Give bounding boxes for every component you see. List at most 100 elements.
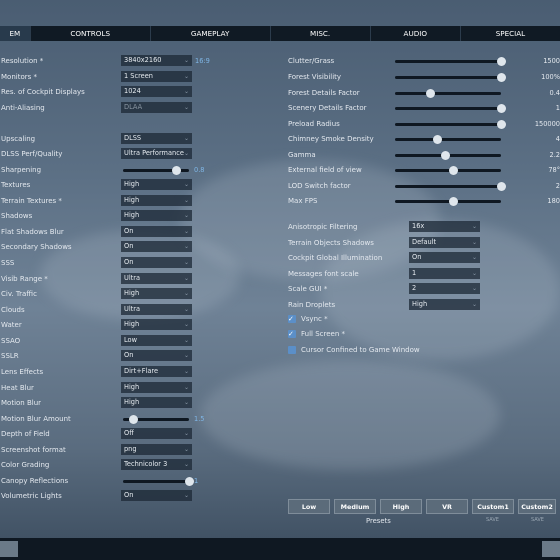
setting-label: Terrain Objects Shadows: [288, 239, 374, 247]
resolution-select[interactable]: 3840x2160 ⌄: [121, 55, 192, 66]
setting-label: Lens Effects: [1, 368, 44, 376]
cockpit-res-select[interactable]: 1024 ⌄: [121, 86, 192, 97]
rain-select[interactable]: High ⌄: [409, 299, 480, 310]
setting-label: SSS: [1, 259, 15, 267]
ok-button[interactable]: [542, 541, 560, 557]
chevron-down-icon: ⌄: [183, 228, 189, 235]
vsync-checkbox[interactable]: ✓: [288, 315, 296, 323]
preload-radius-slider[interactable]: [395, 120, 506, 129]
slider-knob[interactable]: [433, 135, 443, 144]
motion-blur-amount-slider[interactable]: [123, 415, 189, 424]
slider-knob[interactable]: [497, 104, 506, 113]
checkbox-row-cursor-confined[interactable]: Cursor Confined to Game Window: [288, 344, 488, 356]
preset-vr-button[interactable]: VR: [426, 499, 468, 514]
slider-value: 1.5: [194, 415, 205, 423]
preset-high-button[interactable]: High: [380, 499, 422, 514]
clouds-select[interactable]: Ultra ⌄: [121, 304, 192, 315]
save-custom1-button[interactable]: SAVE: [486, 517, 499, 523]
preset-medium-button[interactable]: Medium: [334, 499, 376, 514]
fullscreen-checkbox[interactable]: ✓: [288, 330, 296, 338]
tab-gameplay[interactable]: GAMEPLAY: [149, 26, 270, 41]
slider-knob[interactable]: [171, 166, 181, 175]
textures-select[interactable]: High ⌄: [121, 179, 192, 190]
tab-misc[interactable]: MISC.: [269, 26, 370, 41]
ssao-select[interactable]: Low ⌄: [121, 335, 192, 346]
civ-traffic-select[interactable]: High ⌄: [121, 288, 192, 299]
sss-select[interactable]: On ⌄: [121, 257, 192, 268]
max-fps-slider[interactable]: [395, 197, 501, 206]
chimney-smoke-slider[interactable]: [395, 135, 501, 144]
depth-of-field-select[interactable]: Off ⌄: [121, 428, 192, 439]
cursor-confined-checkbox[interactable]: [288, 346, 296, 354]
slider-knob[interactable]: [497, 182, 506, 191]
shadows-select[interactable]: High ⌄: [121, 210, 192, 221]
cockpit-gi-select[interactable]: On ⌄: [409, 252, 480, 263]
tab-system[interactable]: EM: [0, 26, 30, 41]
volumetric-lights-select[interactable]: On ⌄: [121, 490, 192, 501]
sslr-select[interactable]: On ⌄: [121, 350, 192, 361]
slider-value: 78°: [548, 166, 560, 174]
slider-knob[interactable]: [449, 197, 459, 206]
setting-row-forest-visibility: Forest Visibility 100%: [288, 71, 560, 83]
water-select[interactable]: High ⌄: [121, 319, 192, 330]
flat-shadows-select[interactable]: On ⌄: [121, 226, 192, 237]
checkbox-row-fullscreen[interactable]: ✓ Full Screen *: [288, 328, 488, 340]
preset-custom1-button[interactable]: Custom1: [472, 499, 514, 514]
scale-gui-select[interactable]: 2 ⌄: [409, 283, 480, 294]
lod-switch-slider[interactable]: [395, 182, 506, 191]
sharpening-slider[interactable]: [123, 166, 189, 175]
secondary-shadows-select[interactable]: On ⌄: [121, 241, 192, 252]
slider-knob[interactable]: [185, 477, 194, 486]
tab-controls[interactable]: CONTROLS: [29, 26, 150, 41]
canopy-reflections-slider[interactable]: [123, 477, 194, 486]
slider-knob[interactable]: [497, 57, 506, 66]
heat-blur-select[interactable]: High ⌄: [121, 382, 192, 393]
upscaling-select[interactable]: DLSS ⌄: [121, 133, 192, 144]
slider-value: 1: [555, 104, 560, 112]
fov-slider[interactable]: [395, 166, 501, 175]
clutter-slider[interactable]: [395, 57, 506, 66]
antialias-select[interactable]: DLAA ⌄: [121, 102, 192, 113]
gamma-slider[interactable]: [395, 151, 501, 160]
save-custom2-button[interactable]: SAVE: [531, 517, 544, 523]
setting-label: Rain Droplets: [288, 301, 336, 309]
setting-row-heat-blur: Heat Blur High ⌄: [1, 382, 216, 394]
dlss-perf-select[interactable]: Ultra Performance ⌄: [121, 148, 192, 159]
forest-details-slider[interactable]: [395, 89, 501, 98]
monitors-select[interactable]: 1 Screen ⌄: [121, 71, 192, 82]
slider-value: 1500: [543, 57, 560, 65]
setting-row-secondary-shadows: Secondary Shadows On ⌄: [1, 241, 216, 253]
slider-knob[interactable]: [425, 89, 435, 98]
msg-font-select[interactable]: 1 ⌄: [409, 268, 480, 279]
visib-range-select[interactable]: Ultra ⌄: [121, 273, 192, 284]
slider-knob[interactable]: [440, 151, 450, 160]
back-button[interactable]: [0, 541, 18, 557]
slider-knob[interactable]: [449, 166, 459, 175]
setting-label: External field of view: [288, 166, 362, 174]
aspect-ratio-label: 16:9: [195, 57, 210, 65]
checkbox-row-vsync[interactable]: ✓ Vsync *: [288, 313, 488, 325]
setting-row-water: Water High ⌄: [1, 319, 216, 331]
scenery-details-slider[interactable]: [395, 104, 506, 113]
preset-low-button[interactable]: Low: [288, 499, 330, 514]
tab-audio[interactable]: AUDIO: [369, 26, 460, 41]
setting-row-civ-traffic: Civ. Traffic High ⌄: [1, 288, 216, 300]
tab-special[interactable]: SPECIAL: [459, 26, 560, 41]
color-grading-select[interactable]: Technicolor 3 ⌄: [121, 459, 192, 470]
preset-custom2-button[interactable]: Custom2: [518, 499, 556, 514]
terrain-textures-select[interactable]: High ⌄: [121, 195, 192, 206]
slider-knob[interactable]: [128, 415, 138, 424]
forest-visibility-slider[interactable]: [395, 73, 506, 82]
screenshot-format-select[interactable]: png ⌄: [121, 444, 192, 455]
setting-row-preload-radius: Preload Radius 150000: [288, 118, 560, 130]
terrain-shadows-select[interactable]: Default ⌄: [409, 237, 480, 248]
setting-label: LOD Switch factor: [288, 182, 351, 190]
lens-effects-select[interactable]: Dirt+Flare ⌄: [121, 366, 192, 377]
setting-label: Color Grading: [1, 461, 50, 469]
slider-knob[interactable]: [497, 120, 506, 129]
motion-blur-select[interactable]: High ⌄: [121, 397, 192, 408]
slider-knob[interactable]: [497, 73, 506, 82]
aniso-select[interactable]: 16x ⌄: [409, 221, 480, 232]
chevron-down-icon: ⌄: [183, 197, 189, 204]
chevron-down-icon: ⌄: [183, 104, 189, 111]
